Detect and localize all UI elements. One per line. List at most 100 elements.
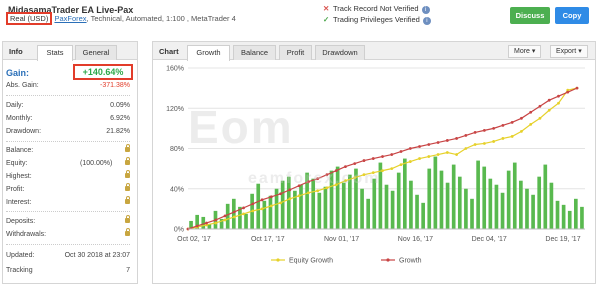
chart-bar — [335, 166, 340, 229]
series-point — [316, 189, 320, 193]
chart-bar — [494, 184, 499, 229]
series-point — [232, 215, 236, 219]
series-point — [390, 167, 394, 171]
chart-bar — [439, 170, 444, 229]
updated-label: Updated: — [6, 252, 35, 259]
chart-bar — [561, 204, 566, 229]
lock-icon[interactable] — [125, 144, 130, 154]
chart-bar — [372, 178, 377, 229]
lock-icon[interactable] — [125, 228, 130, 238]
monthly-value: 6.92% — [110, 115, 130, 122]
chart-bar — [360, 188, 364, 229]
monthly-row: Monthly: 6.92% — [6, 115, 130, 122]
interest-row: Interest: — [6, 196, 130, 206]
series-point — [436, 141, 440, 144]
series-point — [195, 224, 199, 228]
tab-drawdown[interactable]: Drawdown — [315, 45, 365, 60]
info-icon[interactable]: i — [422, 17, 431, 25]
legend-marker — [386, 258, 390, 262]
series-point — [307, 191, 310, 195]
discuss-button[interactable]: Discuss — [510, 7, 550, 24]
tracking-row: Tracking 7 — [6, 267, 130, 274]
chart-bar — [286, 176, 291, 229]
tab-general[interactable]: General — [75, 45, 117, 60]
broker-link[interactable]: PaxForex — [54, 14, 86, 23]
chart-panel: Chart Growth Balance Profit Drawdown Mor… — [152, 41, 596, 284]
chart-bar — [225, 203, 230, 229]
tab-balance[interactable]: Balance — [233, 45, 276, 60]
chart-bar — [574, 198, 578, 229]
chart-bar — [464, 188, 468, 229]
abs-gain-row: Abs. Gain: -371.38% — [6, 82, 130, 89]
series-point — [464, 134, 468, 137]
chart-bar — [525, 188, 529, 229]
account-details: , Technical, Automated, 1:100 , MetaTrad… — [86, 14, 236, 23]
series-point — [501, 137, 505, 140]
y-tick-label: 80% — [170, 146, 184, 153]
series-point — [566, 90, 570, 94]
series-point — [492, 126, 496, 130]
export-dropdown[interactable]: Export ▾ — [550, 45, 588, 58]
chart-bar — [378, 162, 383, 229]
chart-bar — [402, 158, 407, 229]
lock-icon[interactable] — [125, 157, 130, 167]
chevron-down-icon: ▾ — [578, 48, 582, 55]
chart-bar — [549, 182, 554, 229]
chart-bar — [317, 192, 322, 229]
info-icon[interactable]: i — [421, 6, 430, 14]
chart-bar — [537, 176, 542, 229]
interest-label: Interest: — [6, 199, 32, 206]
chart-bar — [341, 182, 346, 229]
series-point — [418, 145, 421, 148]
series-point — [381, 169, 384, 173]
growth-chart: 0% 40% 80% 120% 160% Oct 02, '17 Oct 17, '17 No… — [166, 66, 585, 265]
series-point — [242, 212, 245, 216]
series-point — [362, 159, 366, 162]
series-point — [482, 142, 486, 145]
y-tick-label: 160% — [166, 66, 184, 73]
tab-profit[interactable]: Profit — [279, 45, 312, 60]
series-point — [260, 198, 264, 202]
highest-row: Highest: — [6, 170, 130, 180]
legend-label: Equity Growth — [289, 258, 333, 265]
series-point — [538, 104, 542, 108]
daily-value: 0.09% — [110, 102, 130, 109]
chart-bar — [580, 206, 584, 229]
series-point — [492, 140, 496, 143]
chart-bar — [433, 156, 438, 229]
updated-value: Oct 30 2018 at 23:07 — [64, 252, 130, 259]
series-point — [316, 177, 320, 181]
abs-gain-value: -371.38% — [100, 82, 130, 89]
lock-icon[interactable] — [125, 215, 130, 225]
more-dropdown[interactable]: More ▾ — [508, 45, 542, 58]
divider — [6, 141, 130, 142]
series-point — [482, 128, 486, 132]
chart-bar — [445, 182, 450, 229]
series-point — [455, 153, 458, 156]
series-point — [427, 143, 431, 146]
chart-bar — [396, 172, 401, 229]
trading-privileges-text: Trading Privileges Verified — [333, 15, 420, 24]
account-subtitle: Real (USD) PaxForex, Technical, Automate… — [6, 12, 236, 25]
x-tick-label: Dec 04, '17 — [472, 236, 507, 243]
series-point — [547, 98, 551, 102]
x-tick-label: Oct 17, '17 — [251, 236, 285, 243]
series-point — [214, 218, 218, 222]
equity-label: Equity: — [6, 160, 28, 167]
series-point — [445, 139, 449, 142]
equity-percent: (100.00%) — [80, 160, 113, 167]
copy-button[interactable]: Copy — [555, 7, 589, 24]
series-point — [325, 173, 329, 177]
series-point — [399, 150, 403, 153]
chart-tabbar: Chart Growth Balance Profit Drawdown Mor… — [153, 42, 595, 61]
chart-bar — [555, 200, 560, 229]
tab-growth[interactable]: Growth — [187, 45, 230, 61]
tab-stats[interactable]: Stats — [37, 45, 73, 61]
lock-icon[interactable] — [125, 183, 130, 193]
legend-marker — [276, 258, 280, 262]
x-tick-label: Dec 19, '17 — [545, 236, 580, 243]
lock-icon[interactable] — [125, 196, 130, 206]
series-point — [325, 186, 329, 190]
series-point — [353, 176, 357, 180]
lock-icon[interactable] — [125, 170, 130, 180]
